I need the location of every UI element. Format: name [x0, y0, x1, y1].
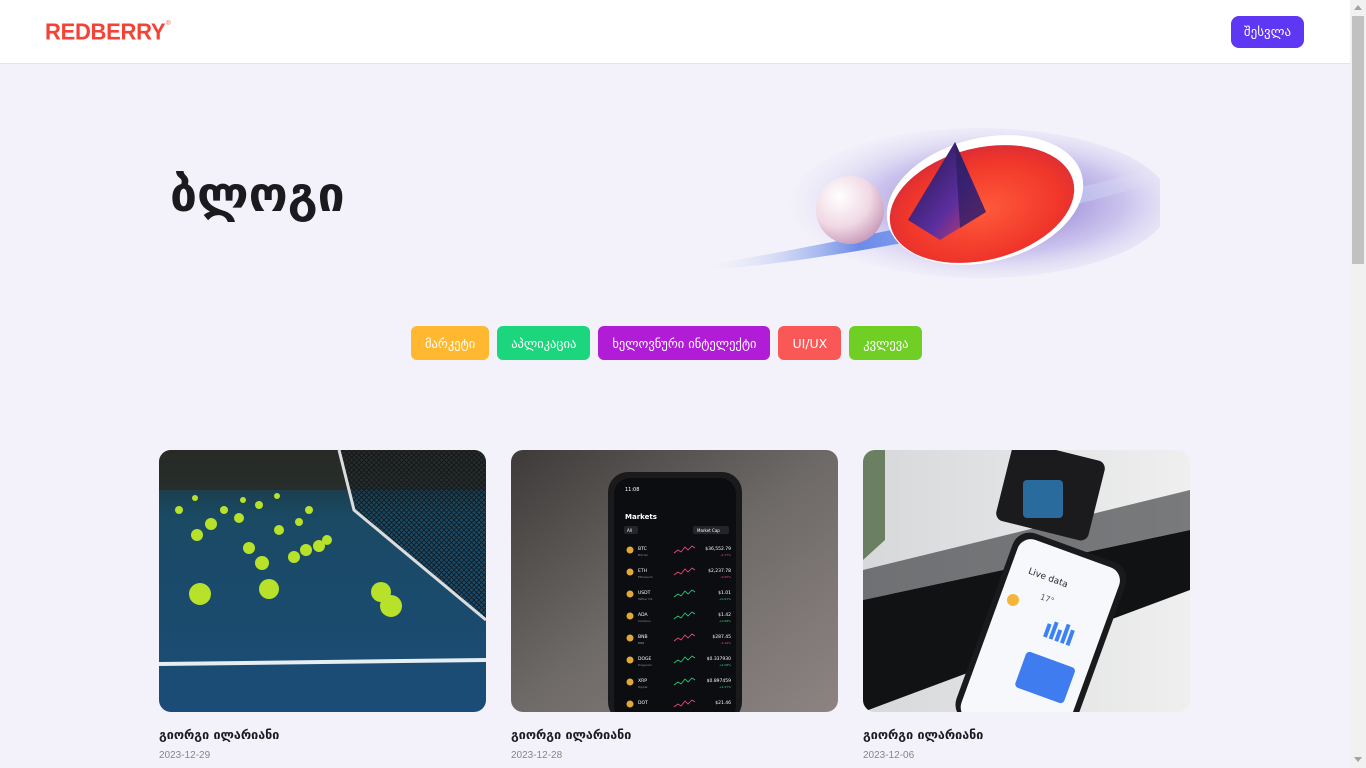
coin-symbol: ADA: [638, 612, 648, 618]
coin-change: -1.44%: [720, 641, 731, 645]
coin-symbol: DOGE: [638, 656, 651, 662]
coin-name: Dogecoin: [638, 663, 652, 667]
coin-name: BNB: [638, 641, 644, 645]
scrollbar-thumb[interactable]: [1352, 16, 1364, 264]
coin-icon: [626, 568, 634, 576]
scroll-down-arrow-icon[interactable]: [1354, 757, 1362, 762]
coin-symbol: BNB: [638, 634, 648, 640]
phone-time: 11:08: [625, 487, 639, 493]
category-chip[interactable]: UI/UX: [778, 326, 842, 360]
coin-name: Tether US: [637, 597, 652, 601]
blog-card[interactable]: გიორგი ილარიანი 2023-12-29: [159, 450, 486, 763]
coin-icon: [626, 546, 634, 554]
category-chip[interactable]: კვლევა: [849, 326, 923, 360]
coin-change: +0.68%: [719, 619, 731, 623]
coin-change: -0.05%: [720, 575, 731, 579]
coin-name: Cardano: [638, 619, 651, 623]
post-author: გიორგი ილარიანი: [511, 727, 632, 742]
phone-tab-all: All: [627, 528, 632, 533]
hero-illustration: [700, 128, 1160, 278]
post-date: 2023-12-29: [159, 750, 211, 761]
redberry-logo[interactable]: REDBERRY ®: [45, 18, 171, 45]
post-date: 2023-12-28: [511, 750, 563, 761]
coin-change: -0.77%: [720, 553, 731, 557]
coin-change: +0.01%: [719, 597, 731, 601]
coin-name: Ripple: [638, 685, 648, 689]
coin-icon: [626, 656, 634, 664]
category-chip[interactable]: ხელოვნური ინტელექტი: [598, 326, 771, 360]
blog-post-grid: გიორგი ილარიანი 2023-12-29 11:08 Markets…: [159, 450, 1190, 763]
coin-price: $21.46: [715, 700, 731, 706]
coin-symbol: DOT: [638, 700, 648, 706]
coin-symbol: USDT: [638, 590, 651, 596]
post-author: გიორგი ილარიანი: [159, 727, 280, 742]
coin-change: +2.08%: [719, 663, 731, 667]
coin-change: +2.47%: [719, 685, 731, 689]
page-title: ბლოგი: [170, 167, 345, 223]
blog-card[interactable]: 11:08 Markets All Market Cap BTC Bitcoin $…: [511, 450, 838, 763]
live-data-phone-photo[interactable]: Live data 17°: [863, 450, 1190, 712]
top-header: REDBERRY ® შესვლა: [0, 0, 1350, 64]
coin-price: $0.897459: [707, 678, 731, 684]
coin-icon: [626, 678, 634, 686]
coin-symbol: ETH: [638, 568, 647, 574]
category-filter-bar: მარკეტი აპლიკაცია ხელოვნური ინტელექტი UI/UX…: [411, 326, 923, 360]
post-date: 2023-12-06: [863, 750, 915, 761]
coin-price: $1.42: [718, 612, 731, 618]
crypto-markets-phone-photo[interactable]: 11:08 Markets All Market Cap BTCBitcoin $…: [511, 450, 838, 712]
tennis-balls-photo[interactable]: [159, 450, 486, 712]
category-chip[interactable]: აპლიკაცია: [497, 326, 591, 360]
post-author: გიორგი ილარიანი: [863, 727, 984, 742]
phone-market-cap-filter: Market Cap: [697, 528, 720, 533]
registered-mark: ®: [166, 21, 171, 27]
blog-card[interactable]: Live data 17° გიორგი ილარიანი 2023-12-06: [863, 450, 1190, 763]
coin-symbol: XRP: [638, 678, 647, 684]
coin-symbol: BTC: [638, 546, 647, 552]
scroll-up-arrow-icon[interactable]: [1354, 5, 1362, 10]
coin-price: $287.45: [712, 634, 731, 640]
phone-markets-title: Markets: [625, 513, 657, 521]
coin-name: Bitcoin: [638, 553, 648, 557]
coin-icon: [626, 700, 634, 708]
page-scrollbar[interactable]: [1350, 0, 1366, 768]
coin-icon: [626, 612, 634, 620]
logo-text: REDBERRY: [45, 18, 166, 45]
login-button[interactable]: შესვლა: [1231, 16, 1304, 48]
coin-icon: [626, 634, 634, 642]
coin-icon: [626, 590, 634, 598]
coin-price: $2,237.78: [708, 568, 731, 574]
coin-price: $1.01: [718, 590, 731, 596]
category-chip[interactable]: მარკეტი: [411, 326, 490, 360]
coin-price: $0.337930: [707, 656, 731, 662]
coin-name: Ethereum: [638, 575, 653, 579]
coin-price: $36,552.79: [705, 546, 731, 552]
